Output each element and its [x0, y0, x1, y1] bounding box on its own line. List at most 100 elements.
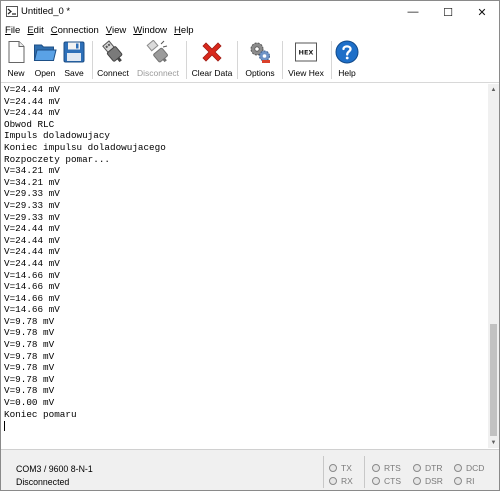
vertical-scrollbar[interactable]: ▲ ▼: [488, 84, 499, 448]
help-button[interactable]: Help: [334, 40, 360, 80]
minimize-button[interactable]: —: [396, 1, 430, 23]
terminal-line: V=29.33 mV: [4, 188, 60, 200]
view-hex-label: View Hex: [288, 68, 324, 78]
led-dsr: DSR: [413, 476, 443, 486]
connection-status-text: Disconnected: [16, 477, 70, 487]
clear-data-button[interactable]: Clear Data: [189, 40, 235, 80]
menu-help[interactable]: Help: [174, 25, 194, 36]
led-ri: RI: [454, 476, 475, 486]
status-separator: [364, 456, 365, 488]
maximize-button[interactable]: ☐: [431, 1, 465, 23]
scroll-down-arrow-icon[interactable]: ▼: [488, 437, 499, 448]
terminal-line: Impuls doladowujacy: [4, 130, 111, 142]
help-label: Help: [338, 68, 356, 78]
terminal-line: Obwod RLC: [4, 118, 55, 130]
toolbar-separator: [92, 41, 93, 79]
text-cursor: [4, 420, 5, 431]
led-dcd: DCD: [454, 463, 484, 473]
led-rx: RX: [329, 476, 353, 486]
led-dtr: DTR: [413, 463, 442, 473]
terminal-line: V=29.33 mV: [4, 199, 60, 211]
terminal-line: V=9.78 mV: [4, 315, 55, 327]
options-label: Options: [245, 68, 275, 78]
terminal-line: V=24.44 mV: [4, 95, 60, 107]
led-cts: CTS: [372, 476, 401, 486]
rts-led-icon: [372, 464, 380, 472]
terminal-line: V=29.33 mV: [4, 211, 60, 223]
terminal-line: V=9.78 mV: [4, 385, 55, 397]
minimize-icon: —: [407, 6, 419, 18]
dsr-led-icon: [413, 477, 421, 485]
terminal-line: V=14.66 mV: [4, 292, 60, 304]
terminal-line: V=24.44 mV: [4, 234, 60, 246]
scroll-up-arrow-icon[interactable]: ▲: [488, 84, 499, 95]
menu-file[interactable]: File: [5, 25, 20, 36]
connect-button[interactable]: Connect: [96, 40, 130, 80]
title-bar[interactable]: Untitled_0 * — ☐ ✕: [1, 1, 499, 23]
toolbar-separator: [282, 41, 283, 79]
usb-disconnect-icon: [146, 40, 168, 63]
terminal-line: V=9.78 mV: [4, 362, 55, 374]
terminal-line: V=9.78 mV: [4, 350, 55, 362]
terminal-line: Rozpoczety pomar...: [4, 153, 111, 165]
cts-led-icon: [372, 477, 380, 485]
dcd-led-icon: [454, 464, 462, 472]
terminal-line: V=24.44 mV: [4, 84, 60, 95]
options-button[interactable]: Options: [241, 40, 279, 80]
toolbar: New Open Save Connect Disconnect Clear D…: [1, 38, 499, 83]
terminal-output[interactable]: V=24.44 mV V=24.44 mV V=24.44 mV Obwod R…: [2, 84, 488, 448]
terminal-cursor-line: [2, 420, 488, 432]
new-button[interactable]: New: [4, 40, 28, 80]
gears-icon: [250, 42, 270, 63]
app-window: Untitled_0 * — ☐ ✕ File Edit Connection …: [0, 0, 500, 491]
terminal-line: Koniec pomaru: [4, 408, 77, 420]
toolbar-separator: [237, 41, 238, 79]
menu-connection[interactable]: Connection: [51, 25, 99, 36]
help-icon: [335, 40, 359, 64]
open-label: Open: [34, 68, 56, 78]
usb-plug-icon: [102, 40, 123, 63]
toolbar-separator: [186, 41, 187, 79]
terminal-line: V=24.44 mV: [4, 107, 60, 119]
menu-view[interactable]: View: [106, 25, 126, 36]
terminal-line: Koniec impulsu doladowujacego: [4, 141, 166, 153]
terminal-line: V=34.21 mV: [4, 176, 60, 188]
disconnect-label: Disconnect: [136, 68, 180, 78]
terminal-line: V=14.66 mV: [4, 281, 60, 293]
port-settings-text: COM3 / 9600 8-N-1: [16, 464, 93, 474]
terminal-line: V=34.21 mV: [4, 165, 60, 177]
dtr-led-icon: [413, 464, 421, 472]
tx-led-icon: [329, 464, 337, 472]
close-button[interactable]: ✕: [465, 1, 499, 23]
led-tx: TX: [329, 463, 352, 473]
menu-bar: File Edit Connection View Window Help: [1, 23, 499, 38]
open-button[interactable]: Open: [31, 40, 59, 80]
new-document-icon: [8, 41, 25, 63]
status-separator: [323, 456, 324, 488]
maximize-icon: ☐: [443, 6, 453, 19]
terminal-line: V=24.44 mV: [4, 246, 60, 258]
disconnect-button: Disconnect: [134, 40, 182, 80]
terminal-line: V=9.78 mV: [4, 373, 55, 385]
window-title: Untitled_0 *: [21, 6, 71, 17]
terminal-line: V=24.44 mV: [4, 223, 60, 235]
terminal-line: V=9.78 mV: [4, 339, 55, 351]
floppy-disk-icon: [63, 41, 85, 63]
scroll-thumb[interactable]: [490, 324, 497, 436]
status-bar: COM3 / 9600 8-N-1 Disconnected TX RX RTS…: [1, 449, 499, 490]
save-button[interactable]: Save: [61, 40, 87, 80]
app-terminal-icon: [6, 6, 18, 17]
terminal-line: V=9.78 mV: [4, 327, 55, 339]
new-label: New: [7, 68, 25, 78]
close-icon: ✕: [477, 6, 487, 19]
terminal-line: V=14.66 mV: [4, 304, 60, 316]
terminal-line: V=24.44 mV: [4, 257, 60, 269]
view-hex-button[interactable]: HEX View Hex: [285, 40, 327, 80]
hex-badge-text: HEX: [299, 49, 314, 57]
clear-data-label: Clear Data: [191, 68, 233, 78]
save-label: Save: [64, 68, 84, 78]
menu-edit[interactable]: Edit: [27, 25, 43, 36]
menu-window[interactable]: Window: [133, 25, 167, 36]
hex-icon: HEX: [295, 42, 317, 62]
red-x-icon: [202, 42, 222, 62]
